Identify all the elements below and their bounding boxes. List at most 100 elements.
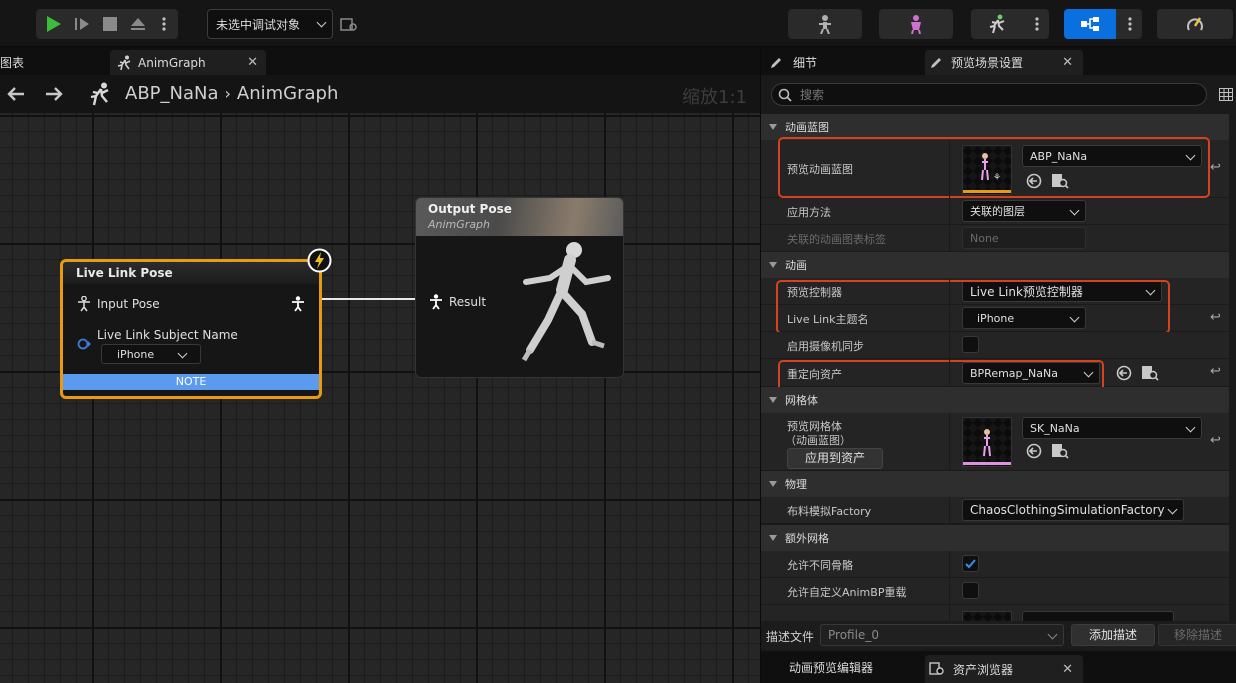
more-vertical-icon	[1128, 17, 1132, 31]
tab-animgraph[interactable]: AnimGraph ✕	[110, 50, 266, 75]
mannequin-running-icon	[521, 242, 611, 362]
close-icon[interactable]: ✕	[247, 55, 258, 70]
additional-mesh-thumbnail[interactable]	[962, 611, 1012, 621]
search-icon	[778, 88, 792, 102]
asset-browser-icon	[929, 662, 944, 675]
section-extra-mesh[interactable]: 额外网格	[761, 525, 1229, 551]
section-title: 动画	[785, 259, 807, 272]
chevron-down-icon	[316, 17, 327, 28]
row-apply-method: 应用方法 关联的图层	[761, 198, 1229, 225]
step-button[interactable]	[68, 9, 96, 39]
property-label: 应用方法	[787, 206, 831, 219]
subject-name-value: iPhone	[117, 347, 155, 361]
preview-mesh-dropdown[interactable]: SK_NaNa	[1022, 417, 1202, 439]
anim-graph-canvas[interactable]: Live Link Pose Input Pose Live Link Subj…	[0, 113, 760, 683]
dropdown-value: Profile_0	[828, 628, 879, 642]
zoom-level: 缩放1:1	[682, 87, 747, 108]
debug-object-label: 未选中调试对象	[216, 17, 301, 32]
physics-mode-button[interactable]	[1157, 9, 1233, 39]
remove-profile-button[interactable]: 移除描述	[1158, 624, 1236, 646]
search-input[interactable]: 搜索	[771, 83, 1207, 106]
property-label: 允许不同骨骼	[787, 559, 853, 572]
column-separator	[949, 278, 950, 387]
row-allow-different-skeletons: 允许不同骨骼	[761, 551, 1229, 578]
folder-search-icon	[340, 18, 357, 31]
close-icon[interactable]: ✕	[1062, 662, 1073, 677]
row-additional-meshes	[761, 605, 1229, 621]
row-allow-custom-animbp: 允许自定义AnimBP重载	[761, 578, 1229, 605]
chevron-down-icon	[1167, 504, 1178, 515]
section-animation[interactable]: 动画	[761, 252, 1229, 278]
character-thumbnail-icon	[963, 429, 1011, 465]
cloth-factory-dropdown[interactable]: ChaosClothingSimulationFactory	[962, 499, 1184, 521]
section-mesh[interactable]: 网格体	[761, 387, 1229, 413]
reset-to-default-icon[interactable]: ↩	[1210, 310, 1221, 325]
row-linked-anim-graph-tag: 关联的动画图表标签 None	[761, 225, 1229, 252]
table-view-icon[interactable]	[1219, 88, 1233, 101]
camera-sync-checkbox[interactable]	[962, 336, 979, 353]
allow-custom-animbp-checkbox[interactable]	[962, 582, 979, 599]
dropdown-value: ChaosClothingSimulationFactory	[970, 503, 1165, 517]
subject-name-dropdown[interactable]: iPhone	[101, 344, 201, 364]
pose-pin-icon[interactable]	[77, 296, 91, 312]
tab-label: 细节	[793, 56, 818, 70]
input-pose-label: Input Pose	[97, 297, 160, 311]
result-label: Result	[449, 295, 487, 309]
pose-pin-icon[interactable]	[429, 294, 443, 310]
browse-asset-icon[interactable]	[1141, 365, 1159, 381]
pose-output-pin-icon[interactable]	[291, 296, 305, 312]
eject-button[interactable]	[124, 9, 152, 39]
tab-asset-browser[interactable]: 资产浏览器 ✕	[925, 655, 1083, 683]
back-arrow-icon[interactable]	[6, 85, 26, 103]
profile-dropdown[interactable]: Profile_0	[820, 624, 1064, 646]
animation-mode-button[interactable]	[971, 9, 1049, 39]
play-button[interactable]	[40, 9, 68, 39]
details-scrollbar[interactable]	[1229, 114, 1236, 621]
property-label: 允许自定义AnimBP重载	[787, 586, 907, 599]
use-selected-asset-icon[interactable]	[1026, 443, 1042, 459]
tab-preview-scene-settings[interactable]: 预览场景设置 ✕	[925, 50, 1083, 75]
additional-mesh-dropdown[interactable]	[1022, 611, 1174, 621]
debug-object-select[interactable]: 未选中调试对象	[207, 9, 333, 39]
live-link-pose-node[interactable]: Live Link Pose Input Pose Live Link Subj…	[60, 259, 322, 399]
highlight-live-link-controller	[776, 280, 1170, 334]
stop-button[interactable]	[96, 9, 124, 39]
details-content[interactable]: 动画蓝图 预览动画蓝图 ⚘ ABP_NaNa ↩ 应用方法 关联的图层 关联的动…	[761, 114, 1229, 621]
name-pin-icon[interactable]	[77, 338, 91, 350]
mesh-thumbnail[interactable]	[962, 417, 1012, 467]
tab-label: AnimGraph	[138, 55, 206, 70]
section-physics[interactable]: 物理	[761, 471, 1229, 497]
use-selected-asset-icon[interactable]	[1116, 365, 1132, 381]
tab-label: 动画预览编辑器	[789, 661, 874, 675]
breadcrumb-graph[interactable]: AnimGraph	[237, 83, 338, 104]
property-label: 启用摄像机同步	[787, 340, 864, 353]
output-pose-node[interactable]: Output Pose AnimGraph Result	[415, 197, 624, 378]
reset-to-default-icon[interactable]: ↩	[1210, 364, 1221, 379]
highlight-preview-anim-bp	[778, 137, 1210, 198]
mesh-mode-button[interactable]	[879, 9, 953, 39]
reset-to-default-icon[interactable]: ↩	[1210, 433, 1221, 448]
running-man-icon	[117, 55, 131, 70]
details-panel: 细节 预览场景设置 ✕ 搜索 动画蓝图 预览动画蓝图 ⚘ ABP_NaNa ↩ …	[760, 47, 1236, 683]
close-icon[interactable]: ✕	[1062, 55, 1073, 70]
allow-different-skeletons-checkbox[interactable]	[962, 555, 979, 572]
blueprint-mode-button[interactable]	[1064, 9, 1142, 39]
browse-asset-icon[interactable]	[1051, 443, 1069, 459]
apply-to-asset-button[interactable]: 应用到资产	[787, 448, 883, 469]
pencil-icon	[771, 57, 781, 68]
column-separator	[949, 551, 950, 621]
collapse-caret-icon	[769, 262, 777, 268]
apply-method-dropdown[interactable]: 关联的图层	[962, 200, 1086, 222]
tab-anim-preview-editor[interactable]: 动画预览编辑器	[765, 655, 915, 680]
chevron-down-icon	[1047, 629, 1058, 640]
skeleton-mode-button[interactable]	[788, 9, 862, 39]
debug-browse-button[interactable]	[339, 15, 359, 33]
add-profile-button[interactable]: 添加描述	[1071, 624, 1155, 646]
chevron-down-icon	[1185, 422, 1196, 433]
tab-details[interactable]: 细节	[765, 50, 915, 75]
tab-event-graph[interactable]: 图表	[0, 50, 100, 75]
play-options-button[interactable]	[154, 9, 174, 39]
reset-to-default-icon[interactable]: ↩	[1210, 160, 1221, 175]
breadcrumb-asset[interactable]: ABP_NaNa	[125, 83, 219, 104]
forward-arrow-icon[interactable]	[44, 85, 64, 103]
